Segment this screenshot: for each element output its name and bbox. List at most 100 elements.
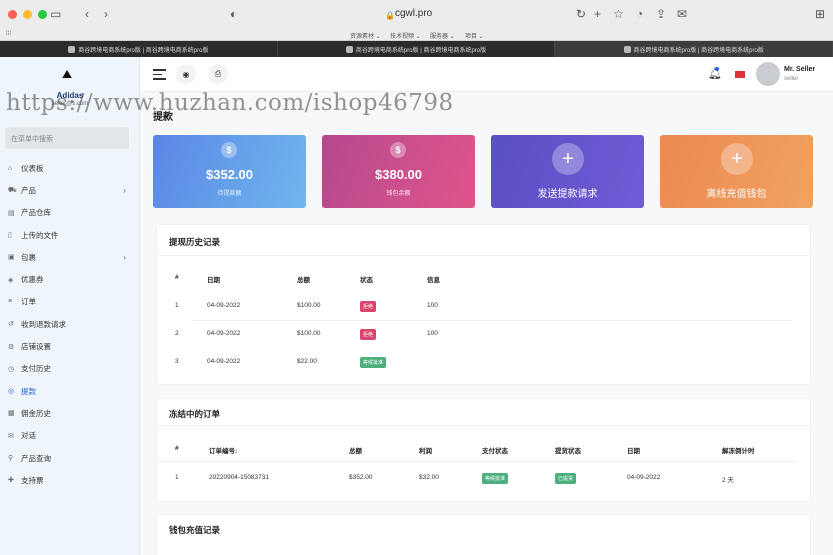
sidebar-item-label: 上传的文件	[21, 230, 59, 240]
pending-amount: $352.00	[206, 167, 253, 182]
browser-tab[interactable]: 商谷跨境电商系统pro版 | 商谷跨境电商系统pro版	[0, 41, 278, 57]
column-header: #	[175, 445, 179, 452]
top-bar: ◉ ⎙ 🔔︎ Mr. Seller seller	[140, 57, 833, 92]
sidebar-item-label: 产品	[21, 185, 36, 195]
row-amount: $100.00	[297, 330, 321, 337]
sidebar-item[interactable]: ▦ 佣金历史	[0, 402, 140, 424]
panel-title: 提现历史记录	[169, 237, 221, 247]
history-icon: ◷	[8, 365, 15, 373]
wallet-recharge-panel: 钱包充值记录	[156, 514, 811, 555]
new-tab-icon[interactable]: +	[594, 7, 601, 21]
menu-search-input[interactable]: 在菜单中搜索	[5, 127, 129, 149]
sidebar-item-label: 订单	[21, 297, 36, 307]
bookmark-item[interactable]: 项目 ⌄	[465, 31, 484, 40]
column-header: 利润	[419, 448, 432, 455]
plus-icon: +	[552, 143, 584, 175]
sidebar-item[interactable]: ✉ 对话	[0, 425, 140, 447]
sidebar-item[interactable]: ▯ 上传的文件	[0, 224, 140, 246]
apps-icon[interactable]: ⁞⁞⁞	[6, 31, 11, 37]
column-header: 日期	[207, 277, 220, 284]
offline-recharge-button[interactable]: + 离线充值钱包	[660, 135, 813, 208]
reload-icon[interactable]: ↻	[576, 7, 586, 21]
sidebar-item[interactable]: ◷ 支付历史	[0, 358, 140, 380]
sidebar-item[interactable]: ◎ 提款	[0, 380, 140, 402]
dashboard-icon: ⌂	[8, 164, 13, 172]
row-amount: $100.00	[297, 302, 321, 309]
extension-icon[interactable]: ◔	[636, 7, 643, 21]
minimize-window-button[interactable]	[23, 9, 32, 19]
withdraw-history-panel: 提现历史记录 # 日期 总额 状态 信息 1 04-09-2022 $100.0…	[156, 224, 812, 385]
coupon-icon: ◈	[8, 276, 14, 284]
offline-recharge-label: 离线充值钱包	[706, 189, 767, 200]
query-icon: ⚲	[8, 455, 14, 462]
row-date: 04-09-2022	[207, 302, 241, 309]
divider	[157, 425, 812, 426]
order-code-link[interactable]: 20220904-15083731	[209, 474, 269, 481]
favicon-icon	[345, 45, 353, 53]
tab-label: 商谷跨境电商系统pro版 | 商谷跨境电商系统pro版	[78, 47, 209, 54]
tab-overview-icon[interactable]: ⊞	[815, 7, 825, 21]
sidebar-item[interactable]: ✚ 支持票	[0, 469, 140, 491]
row-number: 3	[175, 358, 179, 365]
sidebar-item[interactable]: ⚙ 店铺设置	[0, 335, 140, 357]
sidebar-item-label: 产品仓库	[21, 208, 51, 218]
sidebar-item[interactable]: ↺ 收到退款请求	[0, 313, 140, 335]
chat-icon: ✉	[8, 432, 14, 440]
sidebar-item[interactable]: ≡ 订单	[0, 291, 140, 313]
mail-icon[interactable]: ✉	[677, 7, 687, 21]
panel-title: 钱包充值记录	[169, 525, 221, 535]
url-bar[interactable]: cgwl.pro	[395, 8, 432, 19]
sidebar-item-label: 产品查询	[21, 453, 51, 463]
browser-tab[interactable]: 商谷跨境电商系统pro版 | 商谷跨境电商系统pro版	[278, 41, 556, 57]
bookmark-item[interactable]: 技术视频 ⌄	[390, 31, 421, 40]
sidebar-item-label: 包裹	[21, 252, 36, 262]
browser-tab-active[interactable]: 商谷跨境电商系统pro版 | 商谷跨境电商系统pro版	[555, 41, 833, 57]
share-icon[interactable]: ⇪	[656, 7, 666, 21]
chevron-right-icon[interactable]: ›	[123, 186, 126, 195]
row-info: 100	[427, 302, 438, 309]
language-flag-icon[interactable]	[735, 71, 745, 78]
bookmark-item[interactable]: 资源素材 ⌄	[350, 31, 381, 40]
sidebar-item[interactable]: ◈ 优惠券	[0, 268, 140, 290]
sidebar-item[interactable]: ⛟ 产品 ›	[0, 179, 140, 201]
shield-icon[interactable]: ◐	[230, 7, 237, 21]
package-icon: ▣	[8, 254, 15, 262]
user-name[interactable]: Mr. Seller	[784, 66, 815, 73]
close-window-button[interactable]	[8, 9, 17, 19]
panel-title: 冻结中的订单	[169, 409, 221, 419]
avatar[interactable]	[756, 62, 780, 86]
row-profit: $32.00	[419, 474, 439, 481]
pending-balance-card: $ $352.00 待提款额	[153, 135, 306, 208]
support-icon: ✚	[8, 477, 14, 485]
print-icon[interactable]: ⎙	[208, 64, 228, 84]
sidebar-item[interactable]: ⚲ 产品查询	[0, 447, 140, 469]
forward-icon[interactable]: ›	[104, 7, 108, 21]
watermark-text: https://www.huzhan.com/ishop46798	[6, 90, 454, 116]
menu-toggle-icon[interactable]	[153, 69, 166, 80]
wallet-caption: 钱包余额	[386, 191, 411, 197]
sidebar-item[interactable]: ⌂ 仪表板	[0, 157, 140, 179]
column-header: 状态	[360, 277, 373, 284]
refund-icon: ↺	[8, 321, 14, 329]
globe-icon[interactable]: ◉	[176, 64, 196, 84]
window-controls	[8, 9, 47, 19]
column-header: #	[175, 274, 179, 281]
back-icon[interactable]: ‹	[85, 7, 89, 21]
sidebar-toggle-icon[interactable]: ▭	[50, 7, 61, 21]
chevron-right-icon[interactable]: ›	[123, 253, 126, 262]
tab-strip: 商谷跨境电商系统pro版 | 商谷跨境电商系统pro版 商谷跨境电商系统pro版…	[0, 41, 833, 57]
adidas-logo-icon[interactable]: ⛰	[62, 67, 72, 82]
cart-icon: ⛟	[8, 186, 17, 194]
status-badge: 拒绝	[360, 301, 377, 312]
sidebar-item[interactable]: ▤ 产品仓库	[0, 202, 140, 224]
maximize-window-button[interactable]	[38, 9, 47, 19]
bookmark-item[interactable]: 服务器 ⌄	[430, 31, 455, 40]
sidebar-item[interactable]: ▣ 包裹 ›	[0, 246, 140, 268]
sidebar-item-label: 支付历史	[21, 364, 51, 374]
send-withdraw-request-button[interactable]: + 发送提款请求	[491, 135, 644, 208]
user-role: seller	[784, 76, 799, 82]
sidebar-menu: ⌂ 仪表板 ⛟ 产品 › ▤ 产品仓库 ▯ 上传的文件 ▣ 包裹 › ◈ 优惠券 ≡ 订单 ↺ 收到退款请求 ⚙ 店铺…	[0, 157, 140, 491]
status-badge: 等候批准	[360, 357, 387, 368]
star-icon[interactable]: ☆	[613, 7, 624, 21]
sidebar: ⛰ Adidas seller@s.com 在菜单中搜索 ⌂ 仪表板 ⛟ 产品 › ▤ 产品…	[0, 57, 140, 555]
